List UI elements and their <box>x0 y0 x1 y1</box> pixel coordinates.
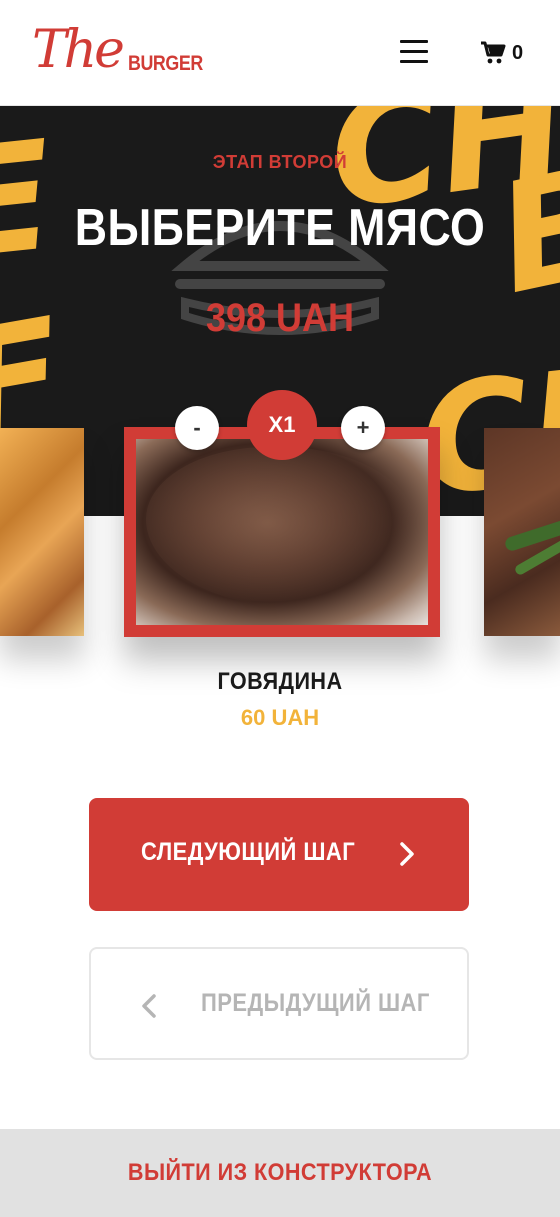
quantity-badge: X1 <box>247 390 317 460</box>
previous-step-button[interactable]: ПРЕДЫДУЩИЙ ШАГ <box>89 947 469 1060</box>
logo-brand-text: BURGER <box>128 52 203 75</box>
product-name: ГОВЯДИНА <box>217 668 343 695</box>
product-image-beef <box>136 439 428 625</box>
carousel-item-next[interactable] <box>484 428 560 636</box>
hamburger-menu-icon[interactable] <box>400 40 430 66</box>
next-step-label: СЛЕДУЮЩИЙ ШАГ <box>141 838 356 866</box>
chevron-right-icon <box>400 842 414 866</box>
cart-count: 0 <box>512 41 524 64</box>
previous-step-label: ПРЕДЫДУЩИЙ ШАГ <box>201 989 430 1017</box>
quantity-increase-button[interactable]: + <box>341 406 385 450</box>
cart-button[interactable]: 0 <box>480 38 523 68</box>
product-price: 60 UAH <box>240 705 320 730</box>
total-price: 398 UAH <box>205 296 355 340</box>
exit-constructor-button[interactable]: ВЫЙТИ ИЗ КОНСТРУКТОРА <box>0 1129 560 1217</box>
chevron-left-icon <box>142 994 156 1018</box>
shopping-cart-icon <box>481 41 506 64</box>
site-header: The BURGER 0 <box>0 0 560 106</box>
exit-constructor-label: ВЫЙТИ ИЗ КОНСТРУКТОРА <box>127 1159 433 1186</box>
logo-script-text: The <box>32 20 125 80</box>
logo[interactable]: The BURGER <box>30 18 210 88</box>
carousel-item-prev[interactable] <box>0 428 84 636</box>
page-title: ВЫБЕРИТЕ МЯСО <box>74 199 486 257</box>
next-step-button[interactable]: СЛЕДУЮЩИЙ ШАГ <box>89 798 469 911</box>
step-label: ЭТАП ВТОРОЙ <box>212 152 348 172</box>
quantity-decrease-button[interactable]: - <box>175 406 219 450</box>
